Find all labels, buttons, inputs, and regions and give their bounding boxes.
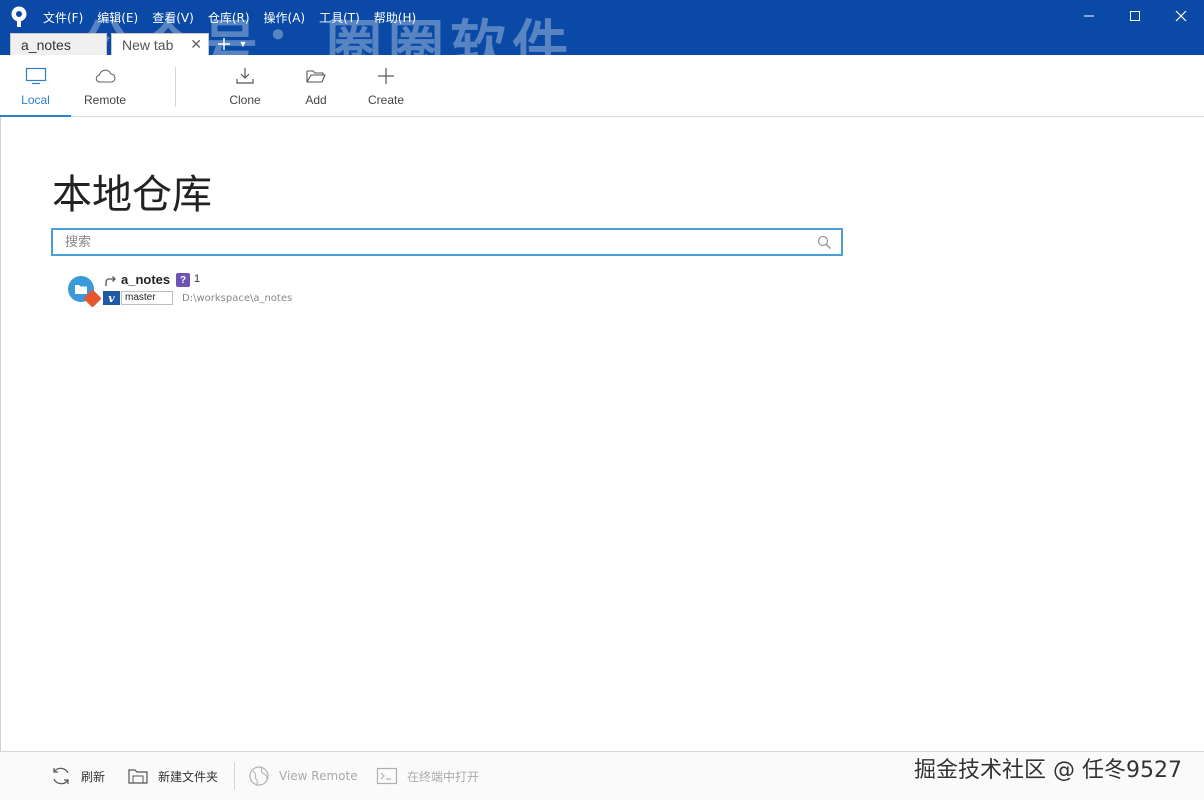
- bottom-divider: [234, 762, 235, 790]
- tab-label: New tab: [122, 36, 174, 53]
- folder-icon: [75, 285, 87, 294]
- attribution-watermark: 掘金技术社区 @ 任冬9527: [914, 758, 1182, 783]
- new-folder-label: 新建文件夹: [158, 769, 219, 784]
- toolbar-clone-label: Clone: [229, 93, 261, 107]
- tab-a-notes[interactable]: a_notes: [10, 33, 107, 55]
- menu-edit[interactable]: 编辑(E): [90, 7, 145, 28]
- menu-file[interactable]: 文件(F): [36, 7, 90, 28]
- tab-label: a_notes: [21, 36, 71, 53]
- minimize-button[interactable]: [1066, 0, 1112, 32]
- search-box: [51, 228, 843, 256]
- window-frame-left: [0, 117, 1, 751]
- bottom-bar: 刷新 新建文件夹 View Remote 在终端中打开 掘金技术社区 @ 任冬9…: [0, 751, 1204, 800]
- plus-icon: [378, 68, 394, 84]
- folder-open-icon: [306, 70, 326, 83]
- page-title: 本地仓库: [52, 172, 212, 218]
- menu-actions[interactable]: 操作(A): [257, 7, 313, 28]
- cloud-icon: [95, 69, 116, 83]
- toolbar-remote-button[interactable]: Remote: [71, 55, 139, 117]
- tab-close-icon[interactable]: ✕: [190, 36, 202, 53]
- view-remote-button[interactable]: View Remote: [248, 765, 358, 787]
- toolbar-create-button[interactable]: Create: [354, 55, 418, 117]
- toolbar-add-button[interactable]: Add: [284, 55, 348, 117]
- branch-icon: ⅴ: [103, 291, 120, 305]
- title-bar: 文件(F) 编辑(E) 查看(V) 仓库(R) 操作(A) 工具(T) 帮助(H…: [0, 0, 1204, 80]
- search-icon: [817, 235, 832, 250]
- search-input[interactable]: [53, 230, 803, 254]
- remote-arrow-icon: [105, 276, 116, 286]
- menu-view[interactable]: 查看(V): [145, 7, 201, 28]
- toolbar-local-label: Local: [21, 93, 50, 107]
- menu-tools[interactable]: 工具(T): [312, 7, 367, 28]
- monitor-icon: [25, 67, 46, 85]
- add-tab-button[interactable]: [213, 33, 235, 55]
- menu-help[interactable]: 帮助(H): [367, 7, 423, 28]
- close-icon: [1175, 10, 1187, 22]
- toolbar-create-label: Create: [367, 93, 405, 107]
- toolbar-add-label: Add: [305, 93, 327, 107]
- globe-icon: [249, 766, 269, 786]
- maximize-icon: [1130, 11, 1140, 21]
- toolbar: Local Remote Clone Add Create: [0, 55, 1204, 117]
- close-window-button[interactable]: [1158, 0, 1204, 32]
- plus-icon: [218, 38, 230, 50]
- toolbar-local-button[interactable]: Local: [0, 55, 71, 117]
- menu-bar: 文件(F) 编辑(E) 查看(V) 仓库(R) 操作(A) 工具(T) 帮助(H…: [36, 7, 423, 28]
- new-folder-button[interactable]: 新建文件夹: [127, 765, 218, 787]
- refresh-button[interactable]: 刷新: [50, 765, 105, 787]
- download-icon: [236, 68, 254, 84]
- minimize-icon: [1084, 15, 1094, 17]
- untracked-status-icon: ?: [176, 273, 190, 287]
- open-terminal-button[interactable]: 在终端中打开: [376, 765, 479, 787]
- window-controls: [1066, 0, 1204, 32]
- repo-list-item[interactable]: a_notes ? 1 ⅴ master D:\workspace\a_note…: [66, 270, 466, 310]
- toolbar-divider: [175, 67, 176, 107]
- new-folder-icon: [128, 769, 148, 784]
- sourcetree-logo-icon: [11, 6, 27, 27]
- toolbar-remote-label: Remote: [83, 93, 127, 107]
- terminal-icon: [376, 767, 398, 785]
- refresh-label: 刷新: [81, 769, 106, 784]
- tab-new-tab[interactable]: New tab ✕: [111, 33, 209, 55]
- menu-repository[interactable]: 仓库(R): [201, 7, 257, 28]
- toolbar-clone-button[interactable]: Clone: [212, 55, 278, 117]
- repo-path: D:\workspace\a_notes: [182, 293, 293, 304]
- branch-name: master: [121, 291, 173, 305]
- open-terminal-label: 在终端中打开: [407, 769, 480, 784]
- tab-strip: a_notes New tab ✕ ▼: [10, 33, 251, 55]
- untracked-count: 1: [194, 273, 201, 285]
- repo-name: a_notes: [121, 272, 171, 287]
- maximize-button[interactable]: [1112, 0, 1158, 32]
- chevron-down-icon: ▼: [238, 39, 248, 49]
- tab-dropdown-button[interactable]: ▼: [235, 33, 251, 55]
- refresh-icon: [53, 767, 69, 785]
- view-remote-label: View Remote: [279, 769, 358, 783]
